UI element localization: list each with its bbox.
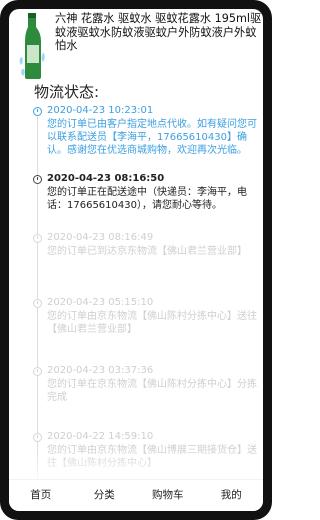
timeline-event: 2020-04-23 08:16:49 您的订单已到达京东物流【佛山君兰营业部】 <box>33 232 257 258</box>
nav-mine[interactable]: 我的 <box>200 480 264 511</box>
nav-cart[interactable]: 购物车 <box>136 480 200 511</box>
clock-icon <box>33 175 42 184</box>
bottom-nav: 首页 分类 购物车 我的 <box>9 479 263 511</box>
event-time: 2020-04-23 08:16:50 <box>47 173 165 184</box>
timeline-line <box>37 107 38 479</box>
event-description: 您的订单已到达京东物流【佛山君兰营业部】 <box>47 246 247 257</box>
nav-home[interactable]: 首页 <box>9 480 73 511</box>
timeline-event: 2020-04-23 05:15:10 您的订单由京东物流【佛山陈村分拣中心】送… <box>33 297 257 336</box>
clock-icon <box>33 433 42 442</box>
clock-icon <box>33 367 42 376</box>
event-description: 您的订单正在配送途中（快递员：李海平，电话：17665610430），请您耐心等… <box>47 187 247 211</box>
event-description: 您的订单在京东物流【佛山陈村分拣中心】分拣完成 <box>47 379 257 403</box>
event-time: 2020-04-23 03:37:36 <box>47 365 154 376</box>
event-time: 2020-04-22 14:59:10 <box>47 431 154 442</box>
timeline-event: 2020-04-23 10:23:01 您的订单已由客户指定地点代收。如有疑问您… <box>33 105 257 157</box>
event-description: 您的订单由京东物流【佛山陈村分拣中心】送往【佛山君兰营业部】 <box>47 311 257 335</box>
device-frame: 六神 花露水 驱蚊水 驱蚊花露水 195ml驱蚊液驱蚊水防蚊液驱蚊户外防蚊液户外… <box>0 0 272 520</box>
product-header: 六神 花露水 驱蚊水 驱蚊花露水 195ml驱蚊液驱蚊水防蚊液驱蚊户外防蚊液户外… <box>19 11 261 81</box>
screen: 六神 花露水 驱蚊水 驱蚊花露水 195ml驱蚊液驱蚊水防蚊液驱蚊户外防蚊液户外… <box>9 9 263 511</box>
event-time: 2020-04-23 10:23:01 <box>47 105 154 116</box>
clock-icon <box>33 299 42 308</box>
green-bottle-icon <box>19 13 45 79</box>
timeline-event: 2020-04-23 08:16:50 您的订单正在配送途中（快递员：李海平，电… <box>33 173 257 212</box>
product-title[interactable]: 六神 花露水 驱蚊水 驱蚊花露水 195ml驱蚊液驱蚊水防蚊液驱蚊户外防蚊液户外… <box>55 12 263 53</box>
logistics-section-title: 物流状态: <box>34 83 100 101</box>
timeline-event: 2020-04-23 03:37:36 您的订单在京东物流【佛山陈村分拣中心】分… <box>33 365 257 404</box>
event-description: 您的订单已由客户指定地点代收。如有疑问您可以联系配送员【李海平，17665610… <box>47 119 257 156</box>
event-time: 2020-04-23 05:15:10 <box>47 297 154 308</box>
event-time: 2020-04-23 08:16:49 <box>47 232 154 243</box>
clock-icon <box>33 107 42 116</box>
nav-category[interactable]: 分类 <box>73 480 137 511</box>
clock-icon <box>33 234 42 243</box>
